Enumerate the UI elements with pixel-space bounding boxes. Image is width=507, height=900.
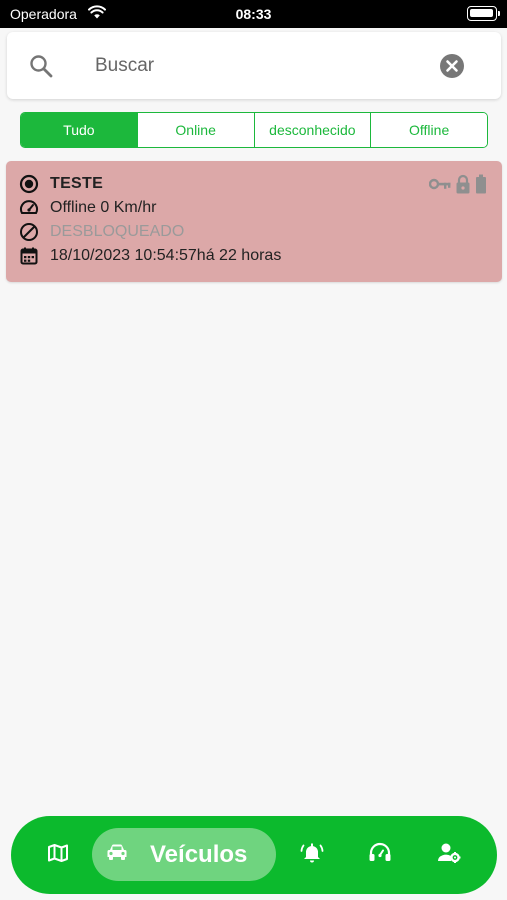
- radio-selected-icon: [19, 174, 39, 194]
- status-bar: Operadora 08:33: [0, 0, 507, 28]
- key-icon: [428, 177, 451, 196]
- calendar-icon: [19, 246, 39, 266]
- filter-tab-unknown[interactable]: desconhecido: [253, 113, 371, 147]
- user-settings-icon: [437, 842, 461, 869]
- clock: 08:33: [235, 6, 272, 22]
- filter-tab-all[interactable]: Tudo: [21, 113, 137, 147]
- battery-status-icon: [475, 174, 487, 199]
- nav-user-settings-button[interactable]: [432, 816, 466, 894]
- filter-tab-offline[interactable]: Offline: [370, 113, 487, 147]
- bell-icon: [300, 842, 324, 869]
- search-bar: [7, 32, 501, 99]
- nav-alerts-button[interactable]: [295, 816, 329, 894]
- battery-icon: [467, 6, 500, 21]
- clear-search-icon[interactable]: [439, 53, 465, 84]
- search-input[interactable]: [95, 50, 415, 82]
- search-icon[interactable]: [29, 54, 53, 83]
- block-icon: [19, 222, 39, 242]
- vehicle-name: TESTE: [50, 175, 104, 192]
- car-icon: [106, 843, 128, 866]
- vehicle-lock-row: DESBLOQUEADO: [19, 221, 184, 243]
- bottom-navigation: Veículos: [11, 816, 497, 894]
- map-icon: [47, 843, 69, 868]
- vehicle-status-icons: [428, 174, 487, 199]
- vehicle-date-row: 18/10/2023 10:54:57há 22 horas: [19, 245, 281, 267]
- support-icon: [368, 842, 392, 869]
- vehicle-name-row: TESTE: [19, 173, 103, 195]
- filter-segmented-control: Tudo Online desconhecido Offline: [20, 112, 488, 148]
- lock-icon: [455, 174, 471, 199]
- nav-map-button[interactable]: [41, 816, 75, 894]
- vehicle-last-update: 18/10/2023 10:54:57há 22 horas: [50, 247, 282, 264]
- vehicle-lock-status: DESBLOQUEADO: [50, 223, 185, 240]
- nav-vehicles-button[interactable]: Veículos: [92, 828, 276, 881]
- speedometer-icon: [19, 198, 39, 218]
- nav-support-button[interactable]: [363, 816, 397, 894]
- nav-active-label: Veículos: [150, 840, 248, 868]
- vehicle-speed-status: Offline 0 Km/hr: [50, 199, 157, 216]
- vehicle-card[interactable]: TESTE Offline 0 Km/hr DESBLOQUEADO 18/10…: [6, 161, 502, 282]
- filter-tab-online[interactable]: Online: [136, 113, 254, 147]
- vehicle-speed-row: Offline 0 Km/hr: [19, 197, 156, 219]
